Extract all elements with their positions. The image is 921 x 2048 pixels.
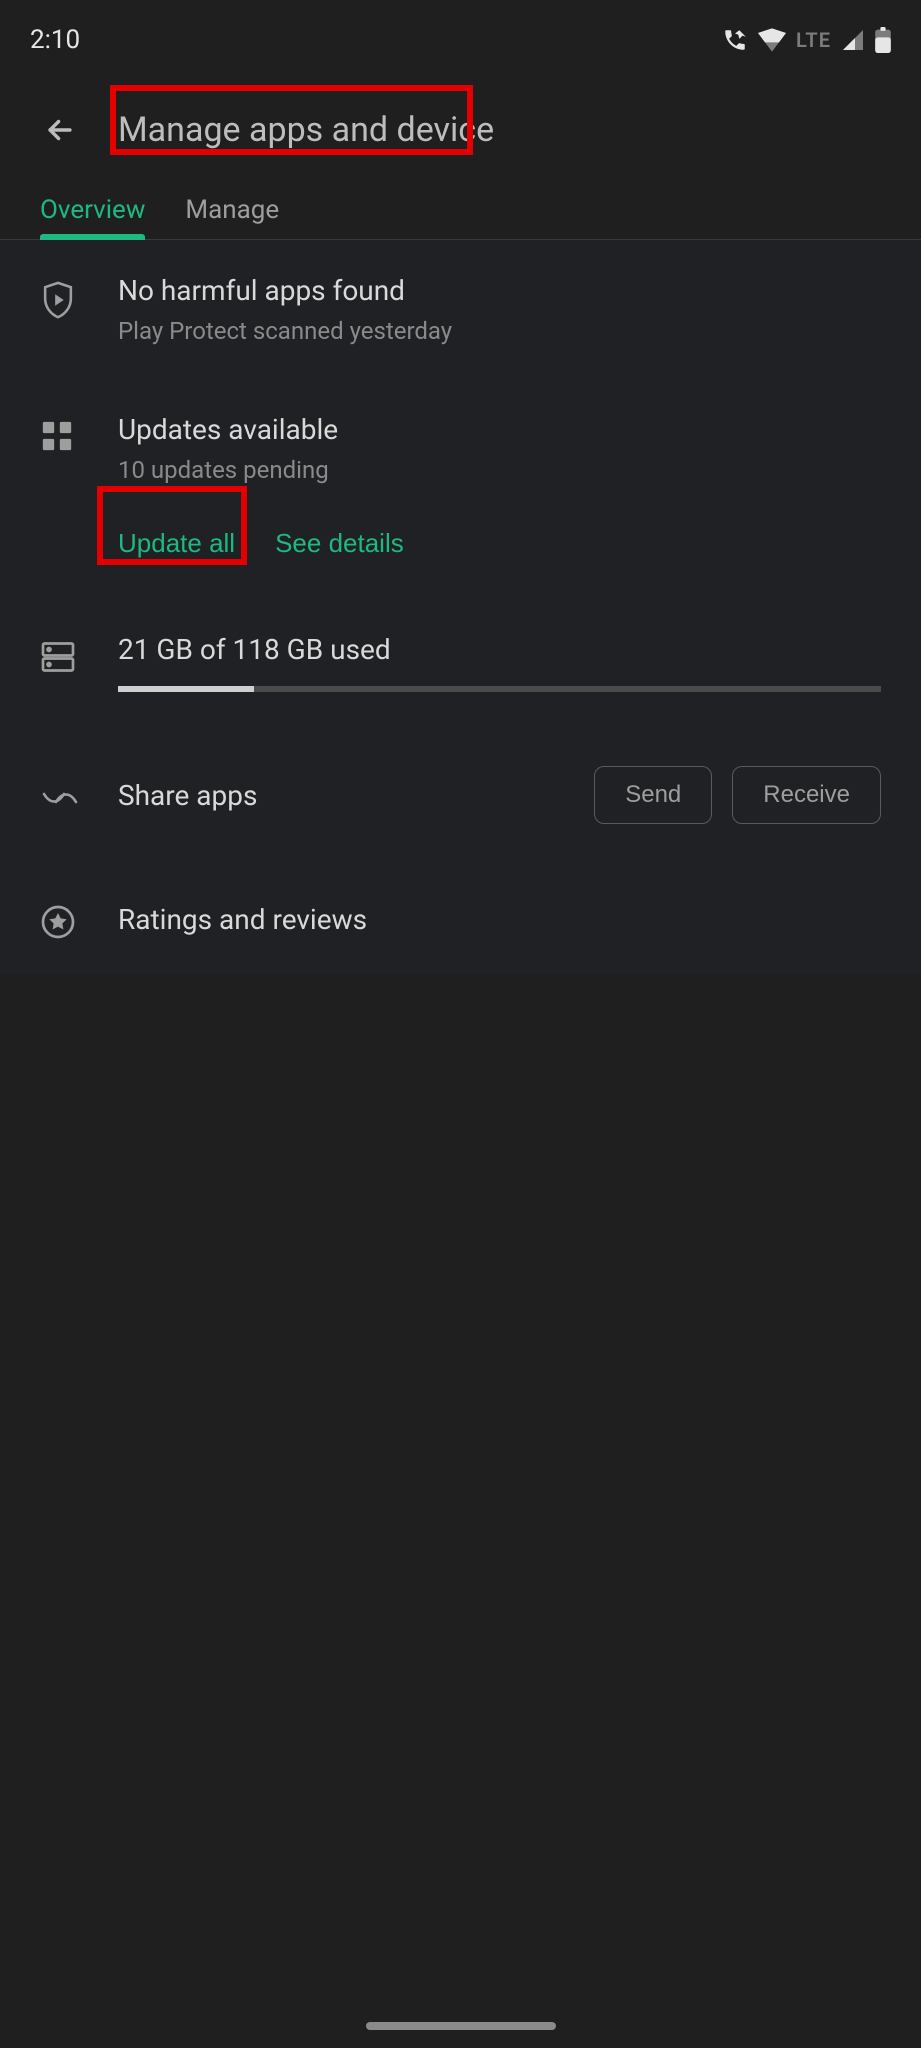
- apps-grid-icon: [40, 413, 118, 453]
- row-ratings-reviews[interactable]: Ratings and reviews: [0, 864, 921, 974]
- updates-sub: 10 updates pending: [118, 456, 881, 484]
- page-title: Manage apps and device: [118, 110, 494, 150]
- shield-play-icon: [40, 274, 118, 320]
- wifi-calling-icon: [722, 27, 748, 53]
- storage-icon: [40, 633, 118, 675]
- back-button[interactable]: [40, 110, 80, 150]
- tab-bar: Overview Manage: [0, 180, 921, 240]
- nearby-share-icon: [40, 778, 118, 812]
- receive-button[interactable]: Receive: [732, 766, 881, 824]
- row-share-apps: Share apps Send Receive: [0, 726, 921, 864]
- status-bar: 2:10 LTE: [0, 0, 921, 80]
- row-updates: Updates available 10 updates pending Upd…: [0, 379, 921, 599]
- tab-manage[interactable]: Manage: [185, 180, 279, 239]
- app-header: Manage apps and device: [0, 80, 921, 180]
- status-time: 2:10: [30, 25, 80, 55]
- network-type-label: LTE: [796, 28, 831, 52]
- send-button[interactable]: Send: [594, 766, 712, 824]
- battery-icon: [875, 27, 891, 53]
- navigation-handle[interactable]: [366, 2022, 556, 2030]
- play-protect-sub: Play Protect scanned yesterday: [118, 317, 881, 345]
- row-storage[interactable]: 21 GB of 118 GB used: [0, 599, 921, 726]
- status-indicators: LTE: [722, 27, 891, 53]
- storage-title: 21 GB of 118 GB used: [118, 633, 881, 666]
- update-all-button[interactable]: Update all: [118, 528, 235, 559]
- wifi-icon: [758, 28, 786, 52]
- storage-progress-fill: [118, 686, 254, 692]
- storage-progress: [118, 686, 881, 692]
- see-details-button[interactable]: See details: [275, 528, 404, 559]
- row-play-protect[interactable]: No harmful apps found Play Protect scann…: [0, 240, 921, 379]
- star-circle-icon: [40, 898, 118, 940]
- share-apps-title: Share apps: [118, 779, 257, 812]
- tab-overview[interactable]: Overview: [40, 180, 145, 239]
- updates-title: Updates available: [118, 413, 881, 446]
- ratings-title: Ratings and reviews: [118, 903, 367, 936]
- play-protect-title: No harmful apps found: [118, 274, 881, 307]
- signal-icon: [841, 28, 865, 52]
